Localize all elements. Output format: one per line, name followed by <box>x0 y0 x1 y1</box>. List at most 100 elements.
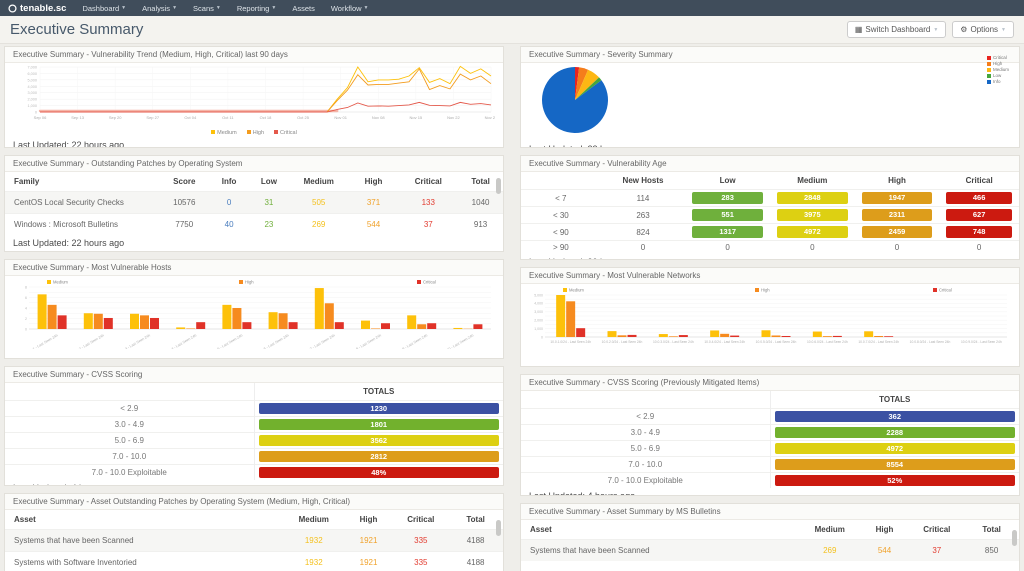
table-row[interactable]: < 711428328481947466 <box>521 190 1019 207</box>
chevron-down-icon: ▼ <box>216 5 221 11</box>
svg-text:Sep 06: Sep 06 <box>34 115 47 120</box>
legend-item: Medium <box>987 67 1009 72</box>
severity-legend: CriticalHighMediumLowInfo <box>987 55 1009 84</box>
svg-text:Sep 20: Sep 20 <box>109 115 122 120</box>
svg-text:2: 2 <box>25 317 27 321</box>
column-header: Asset <box>521 520 800 540</box>
nav-item-assets[interactable]: Assets <box>292 4 315 13</box>
cvss-row[interactable]: 7.0 - 10.0 Exploitable48% <box>5 465 503 481</box>
cvss-total-bar: 3562 <box>259 435 500 446</box>
cvss-row[interactable]: 3.0 - 4.91801 <box>5 417 503 433</box>
svg-text:Oct 25: Oct 25 <box>297 115 310 120</box>
chevron-down-icon: ▼ <box>933 27 938 33</box>
svg-text:0: 0 <box>25 327 27 331</box>
svg-text:10.0.0.9 - Last Seen 24h: 10.0.0.9 - Last Seen 24h <box>392 333 428 349</box>
panel-title: Executive Summary - CVSS Scoring (Previo… <box>521 375 1019 391</box>
table-row[interactable]: > 9000000 <box>521 241 1019 255</box>
last-updated: Last Updated: 22 hours ago <box>5 235 503 251</box>
svg-text:10.0.0.10 - Last Seen 24h: 10.0.0.10 - Last Seen 24h <box>437 333 475 349</box>
svg-text:10.0.3.0/24 - Last Seen 24h: 10.0.3.0/24 - Last Seen 24h <box>653 340 694 344</box>
nav-item-scans[interactable]: Scans▼ <box>193 4 221 13</box>
svg-text:4: 4 <box>25 306 27 310</box>
panel-title: Executive Summary - Vulnerability Age <box>521 156 1019 172</box>
svg-text:Critical: Critical <box>939 288 952 293</box>
cvss-total-bar: 1801 <box>259 419 500 430</box>
cvss-row[interactable]: < 2.9362 <box>521 409 1019 425</box>
svg-text:High: High <box>761 288 770 293</box>
severity-count-block: 551 <box>692 209 763 221</box>
nav-item-dashboard[interactable]: Dashboard▼ <box>82 4 126 13</box>
chevron-down-icon: ▼ <box>121 5 126 11</box>
svg-text:10.0.0.1 - Last Seen 24h: 10.0.0.1 - Last Seen 24h <box>23 333 59 349</box>
column-header: Critical <box>939 172 1019 190</box>
column-header: Total <box>448 510 503 530</box>
nav-item-reporting[interactable]: Reporting▼ <box>237 4 276 13</box>
cvss-row[interactable]: 5.0 - 6.93562 <box>5 433 503 449</box>
severity-count-block: 4972 <box>777 226 848 238</box>
grid-icon: ▦ <box>855 25 863 34</box>
svg-text:10.0.8.0/24 - Last Seen 24h: 10.0.8.0/24 - Last Seen 24h <box>910 340 951 344</box>
svg-text:0: 0 <box>541 335 543 339</box>
cvss-total-bar: 8554 <box>775 459 1016 470</box>
severity-count-block: 627 <box>946 209 1012 221</box>
nav-item-analysis[interactable]: Analysis▼ <box>142 4 177 13</box>
cvss-row[interactable]: < 2.91230 <box>5 401 503 417</box>
svg-text:Oct 04: Oct 04 <box>184 115 197 120</box>
cvss-row[interactable]: 7.0 - 10.0 Exploitable52% <box>521 473 1019 489</box>
scrollbar-thumb[interactable] <box>496 178 501 194</box>
table-row[interactable]: Windows : Microsoft Bulletins77504023269… <box>5 214 503 236</box>
table-row[interactable]: Systems that have been Scanned1932192133… <box>5 530 503 552</box>
column-header: Asset <box>5 510 284 530</box>
panel-vulnerability-age: Executive Summary - Vulnerability Age Ne… <box>520 155 1020 260</box>
column-header: Medium <box>289 172 349 192</box>
severity-count-block: 2848 <box>777 192 848 204</box>
column-header <box>521 172 601 190</box>
options-button[interactable]: ⚙ Options ▼ <box>952 21 1014 38</box>
svg-text:10.0.0.4 - Last Seen 24h: 10.0.0.4 - Last Seen 24h <box>161 333 197 349</box>
table-row[interactable]: CentOS Local Security Checks105760315053… <box>5 192 503 214</box>
svg-text:10.0.0.5 - Last Seen 24h: 10.0.0.5 - Last Seen 24h <box>207 333 243 349</box>
column-header: High <box>349 172 399 192</box>
svg-text:3,000: 3,000 <box>534 310 543 314</box>
last-updated: Last Updated: 22 hours ago <box>5 137 503 148</box>
severity-count-block: 3975 <box>777 209 848 221</box>
table-row[interactable]: < 90824131749722459748 <box>521 224 1019 241</box>
table-row[interactable]: < 3026355139752311627 <box>521 207 1019 224</box>
scrollbar-thumb[interactable] <box>496 520 501 536</box>
svg-text:10.0.0.7 - Last Seen 24h: 10.0.0.7 - Last Seen 24h <box>300 333 336 349</box>
svg-text:10.0.9.0/24 - Last Seen 24h: 10.0.9.0/24 - Last Seen 24h <box>961 340 1002 344</box>
cvss-row[interactable]: 5.0 - 6.94972 <box>521 441 1019 457</box>
right-column: Executive Summary - Severity Summary Cri… <box>520 46 1020 571</box>
switch-dashboard-button[interactable]: ▦ Switch Dashboard ▼ <box>847 21 946 38</box>
svg-text:10.0.4.0/24 - Last Seen 24h: 10.0.4.0/24 - Last Seen 24h <box>704 340 745 344</box>
column-header: Medium <box>800 520 860 540</box>
svg-text:Medium: Medium <box>53 280 68 285</box>
panel-title: Executive Summary - Most Vulnerable Host… <box>5 260 503 276</box>
tenable-logo[interactable]: tenable.sc <box>8 3 66 14</box>
panel-cvss-scoring-mitigated: Executive Summary - CVSS Scoring (Previo… <box>520 374 1020 496</box>
svg-text:Medium: Medium <box>569 288 584 293</box>
svg-text:10.0.0.3 - Last Seen 24h: 10.0.0.3 - Last Seen 24h <box>115 333 151 349</box>
scrollbar-thumb[interactable] <box>1012 530 1017 546</box>
panel-title: Executive Summary - Asset Outstanding Pa… <box>5 494 503 510</box>
table-row[interactable]: Systems that have been Scanned2695443785… <box>521 540 1019 562</box>
svg-text:Oct 18: Oct 18 <box>260 115 273 120</box>
cvss-row[interactable]: 7.0 - 10.08554 <box>521 457 1019 473</box>
totals-header: TOTALS <box>254 383 503 401</box>
chevron-down-icon: ▼ <box>172 5 177 11</box>
nav-item-workflow[interactable]: Workflow▼ <box>331 4 369 13</box>
most-vulnerable-networks-chart: 01,0002,0003,0004,0005,000MediumHighCrit… <box>521 284 1019 362</box>
cvss-row[interactable]: 3.0 - 4.92288 <box>521 425 1019 441</box>
svg-text:Sep 27: Sep 27 <box>146 115 159 120</box>
legend-item: Critical <box>274 130 297 136</box>
svg-text:10.0.1.0/24 - Last Seen 24h: 10.0.1.0/24 - Last Seen 24h <box>550 340 591 344</box>
svg-text:Nov 29: Nov 29 <box>485 115 495 120</box>
svg-text:5,000: 5,000 <box>534 293 543 297</box>
cvss-row[interactable]: 7.0 - 10.02812 <box>5 449 503 465</box>
asset-outstanding-patches-table: AssetMediumHighCriticalTotalSystems that… <box>5 510 503 571</box>
legend-item: Low <box>987 73 1009 78</box>
table-row[interactable]: Systems with Software Inventoried1932192… <box>5 552 503 571</box>
column-header: Critical <box>393 510 448 530</box>
cvss-total-bar: 52% <box>775 475 1016 486</box>
cvss-total-bar: 2288 <box>775 427 1016 438</box>
